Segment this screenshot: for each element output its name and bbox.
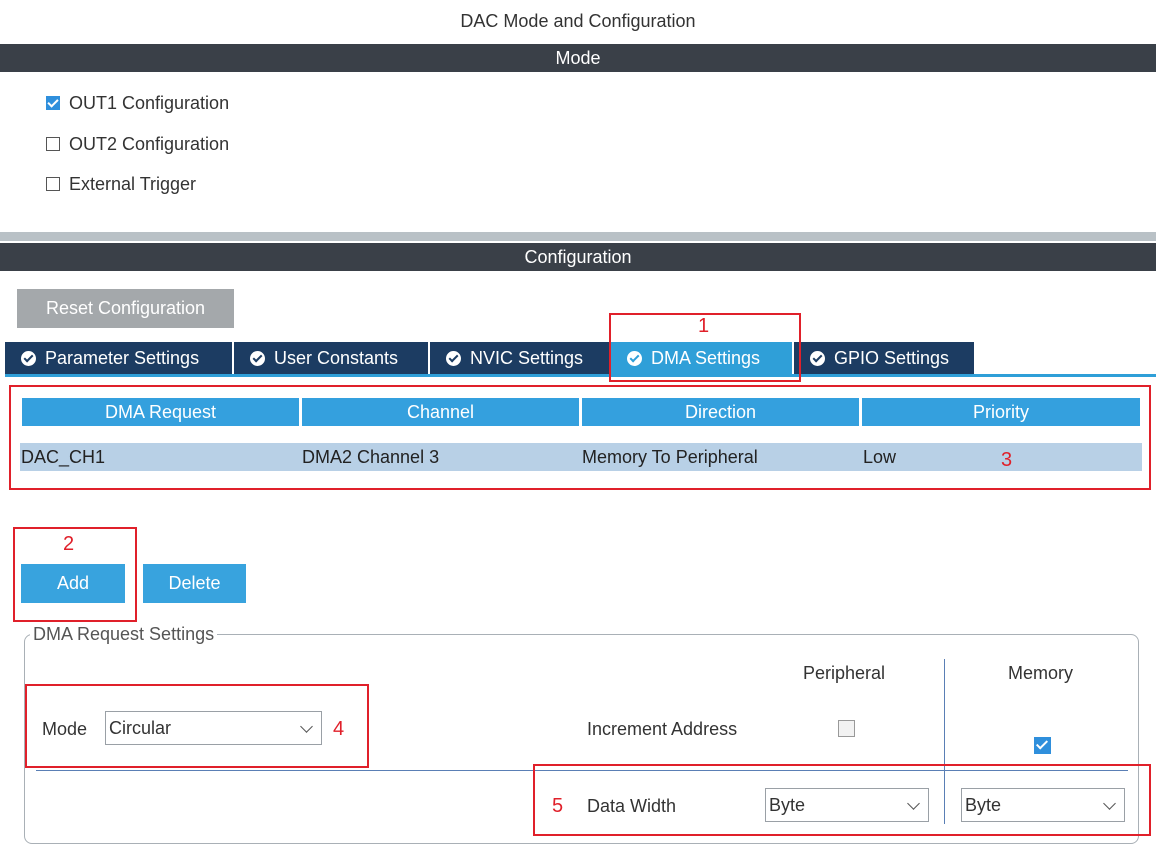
- memory-column-label: Memory: [1008, 663, 1074, 683]
- out1-configuration-option[interactable]: OUT1 Configuration: [46, 92, 229, 114]
- check-circle-icon: [21, 350, 36, 366]
- out2-configuration-option[interactable]: OUT2 Configuration: [46, 133, 229, 155]
- check-circle-icon: [810, 350, 825, 366]
- tab-label: User Constants: [274, 347, 399, 368]
- tab-label: GPIO Settings: [834, 347, 950, 368]
- annotation-box-3: [9, 385, 1151, 490]
- reset-configuration-button[interactable]: Reset Configuration: [17, 289, 234, 328]
- check-circle-icon: [446, 350, 461, 366]
- annotation-number-5: 5: [552, 795, 564, 817]
- section-separator[interactable]: [0, 232, 1156, 241]
- peripheral-column-label: Peripheral: [803, 663, 886, 683]
- annotation-box-2: [13, 527, 137, 622]
- tab-gpio-settings[interactable]: GPIO Settings: [794, 342, 974, 374]
- config-tabs: Parameter Settings User Constants NVIC S…: [5, 342, 976, 374]
- check-circle-icon: [250, 350, 265, 366]
- annotation-number-3: 3: [1001, 449, 1013, 471]
- configuration-section-header: Configuration: [0, 243, 1156, 271]
- tab-nvic-settings[interactable]: NVIC Settings: [430, 342, 609, 374]
- checkbox-unchecked-icon[interactable]: [46, 137, 60, 151]
- memory-increment-checkbox[interactable]: [1034, 737, 1051, 754]
- annotation-box-5: [533, 764, 1151, 836]
- increment-address-label: Increment Address: [587, 719, 738, 739]
- external-trigger-option[interactable]: External Trigger: [46, 173, 196, 195]
- tab-label: Parameter Settings: [45, 347, 200, 368]
- tab-parameter-settings[interactable]: Parameter Settings: [5, 342, 232, 374]
- window-title: DAC Mode and Configuration: [460, 11, 696, 31]
- dma-request-settings-legend: DMA Request Settings: [30, 624, 218, 645]
- delete-button[interactable]: Delete: [143, 564, 246, 603]
- peripheral-increment-checkbox[interactable]: [838, 720, 855, 737]
- tab-underline: [5, 374, 1156, 377]
- out1-configuration-label: OUT1 Configuration: [69, 92, 230, 113]
- annotation-number-2: 2: [63, 533, 75, 555]
- checkbox-unchecked-icon[interactable]: [46, 177, 60, 191]
- checkbox-checked-icon[interactable]: [46, 96, 60, 110]
- annotation-number-4: 4: [333, 718, 345, 740]
- mode-section-header: Mode: [0, 44, 1156, 72]
- annotation-box-4: [25, 684, 369, 768]
- annotation-number-1: 1: [698, 315, 710, 337]
- out2-configuration-label: OUT2 Configuration: [69, 133, 230, 154]
- tab-label: NVIC Settings: [470, 347, 584, 368]
- external-trigger-label: External Trigger: [69, 173, 197, 194]
- tab-user-constants[interactable]: User Constants: [234, 342, 428, 374]
